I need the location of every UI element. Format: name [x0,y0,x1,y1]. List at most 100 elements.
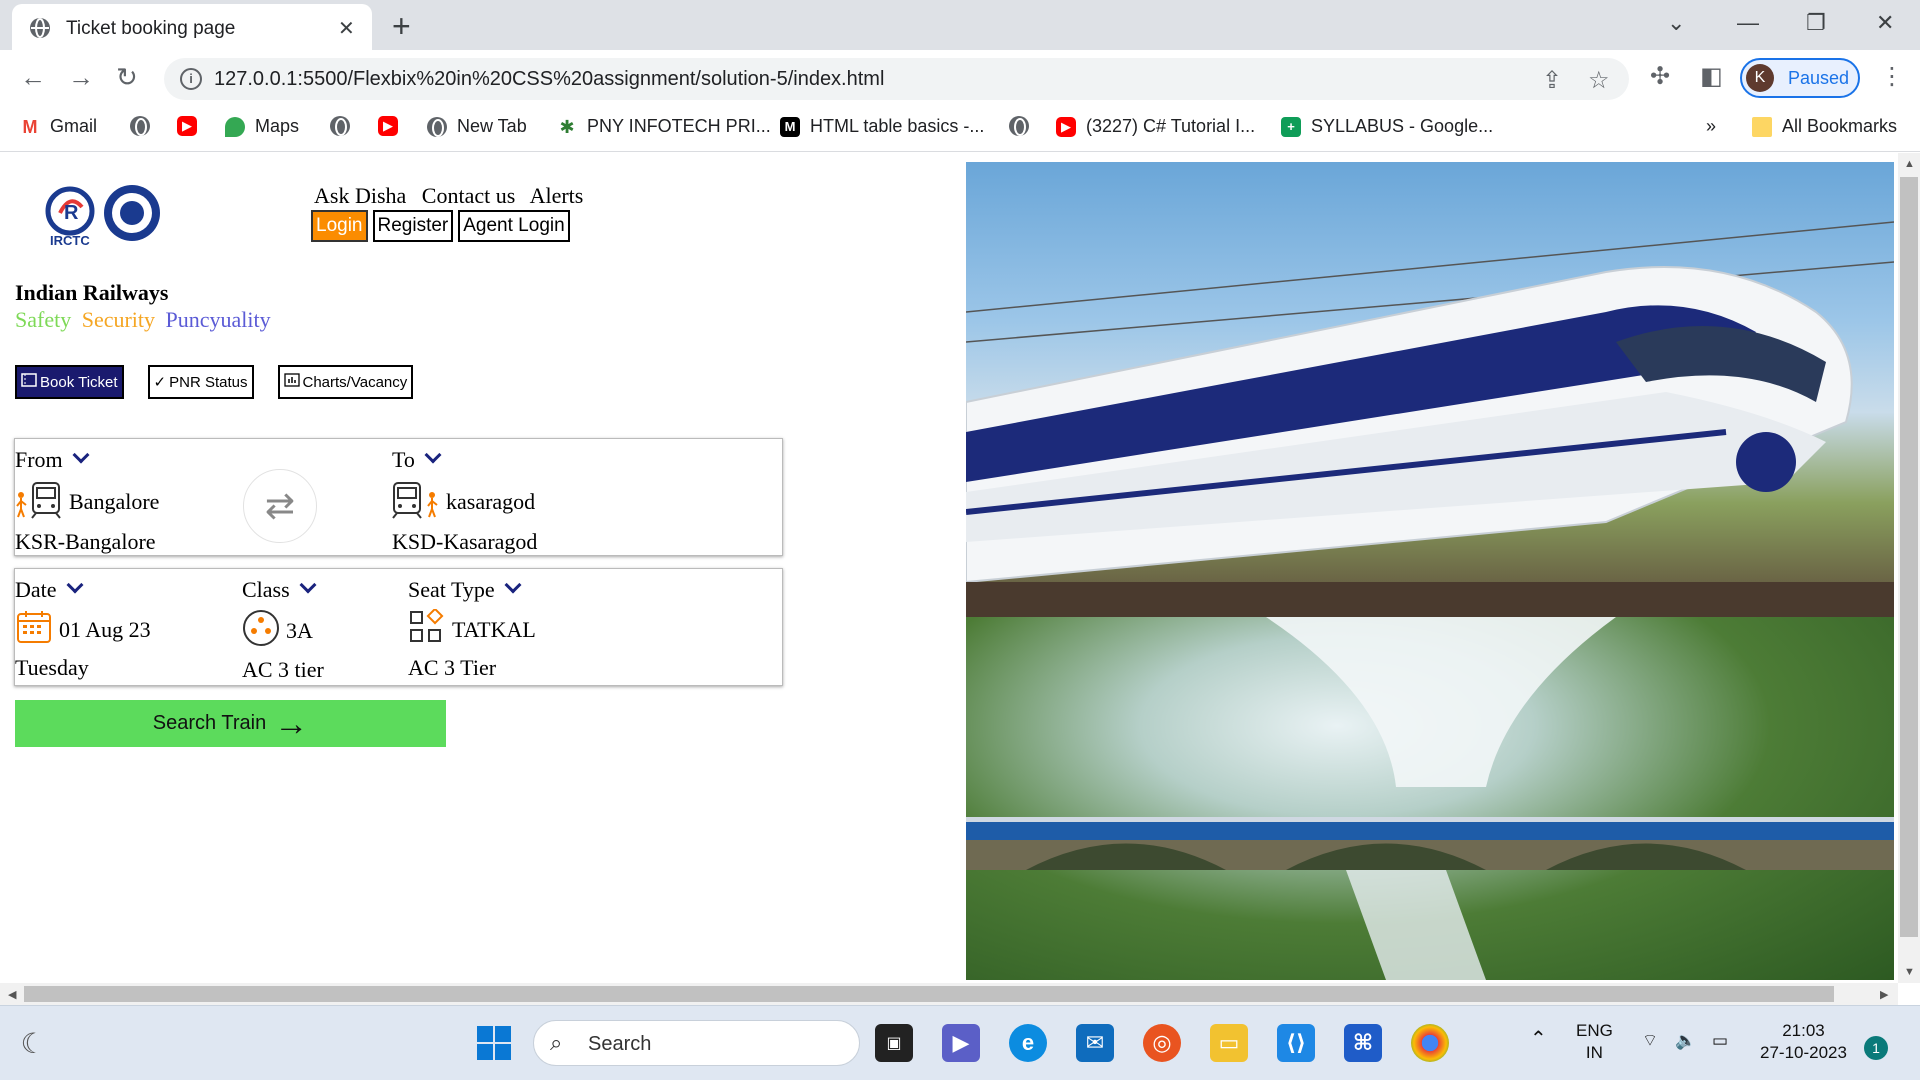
tab-charts-vacancy[interactable]: Charts/Vacancy [277,365,414,399]
close-tab-icon[interactable]: ✕ [338,16,355,41]
chrome-menu-icon[interactable]: ⋮ [1880,62,1904,91]
profile-status: Paused [1788,68,1850,88]
remote-app-icon[interactable]: ⌘ [1344,1024,1382,1062]
scroll-left-icon[interactable]: ◀ [8,988,16,1001]
bookmark-globe-3[interactable] [1009,116,1029,136]
reload-icon[interactable]: ↻ [116,62,138,93]
back-icon[interactable]: ← [20,62,46,93]
bookmark-star-icon[interactable]: ☆ [1588,66,1610,95]
taskbar-search[interactable]: ⌕ Search [533,1020,860,1066]
station-card: From Bangalore KSR-Bangalore ⇄ To kasara… [14,438,783,556]
volume-icon[interactable]: 🔈 [1675,1030,1696,1052]
scroll-up-icon[interactable]: ▲ [1904,158,1915,170]
site-info-icon[interactable]: i [180,68,202,90]
task-view-icon[interactable]: ▣ [875,1024,913,1062]
forward-icon[interactable]: → [68,62,94,93]
restore-button[interactable]: ❐ [1806,10,1826,36]
chevron-down-icon[interactable] [66,576,84,594]
minimize-button[interactable]: — [1737,10,1759,36]
battery-icon[interactable]: ▭ [1712,1030,1728,1052]
bookmark-gmail[interactable]: M Gmail [20,116,97,137]
bookmark-maps[interactable]: Maps [225,116,299,137]
nav-contact-us[interactable]: Contact us [422,183,516,208]
side-panel-icon[interactable]: ◧ [1700,62,1723,91]
browser-tab[interactable]: Ticket booking page ✕ [12,4,372,50]
tagline-security: Security [81,307,156,332]
booking-mode-tabs: Book Ticket ✓ PNR Status Charts/Vacancy [15,365,414,399]
language-indicator[interactable]: ENG IN [1576,1020,1613,1064]
arrow-right-icon: → [274,704,309,743]
folder-icon [1752,116,1772,137]
class-field[interactable]: Class 3A AC 3 tier [242,576,324,683]
to-station: kasaragod [446,489,536,514]
bookmark-new-tab[interactable]: New Tab [427,116,527,137]
register-button[interactable]: Register [372,210,454,242]
tab-search-chevron-icon[interactable]: ⌄ [1667,10,1685,36]
date-field[interactable]: Date 01 Aug 23 Tuesday [15,576,151,681]
teams-icon[interactable]: ▶ [942,1024,980,1062]
taskbar: ☾ ⌕ Search ▣ ▶ e ✉ ◎ ▭ ⟨⟩ ⌘ ⌃ ENG IN ⌔ 🔈… [0,1005,1920,1080]
bookmark-youtube-2[interactable]: ▶ [378,116,398,136]
agent-login-button[interactable]: Agent Login [458,210,570,242]
clock[interactable]: 21:03 27-10-2023 [1760,1020,1847,1064]
browser-toolbar: ← → ↻ i 127.0.0.1:5500/Flexbix%20in%20CS… [0,50,1920,106]
gmail-icon: M [20,116,40,137]
ubuntu-icon[interactable]: ◎ [1143,1024,1181,1062]
mail-icon[interactable]: ✉ [1076,1024,1114,1062]
vscode-icon[interactable]: ⟨⟩ [1277,1024,1315,1062]
tab-pnr-status[interactable]: ✓ PNR Status [147,365,254,399]
bookmark-globe-2[interactable] [330,116,350,136]
horizontal-scroll-thumb[interactable] [24,986,1834,1002]
tab-title: Ticket booking page [66,18,236,39]
tagline-safety: Safety [15,307,72,332]
sheets-icon: + [1281,116,1301,137]
chart-icon [283,373,300,391]
globe-icon [330,116,350,136]
tab-book-ticket[interactable]: Book Ticket [15,365,124,399]
show-hidden-icons[interactable]: ⌃ [1530,1028,1547,1050]
seat-type-field[interactable]: Seat Type TATKAL AC 3 Tier [408,576,536,681]
class-name: AC 3 tier [242,657,324,682]
edge-icon[interactable]: e [1009,1024,1047,1062]
swap-stations-button[interactable]: ⇄ [243,469,317,543]
search-icon: ⌕ [550,1030,563,1055]
profile-button[interactable]: K Paused [1740,58,1860,98]
search-train-button[interactable]: Search Train → [15,700,446,747]
chevron-down-icon[interactable] [424,446,442,464]
start-button[interactable] [475,1024,513,1062]
ticket-icon [21,373,37,391]
file-explorer-icon[interactable]: ▭ [1210,1024,1248,1062]
vertical-scroll-thumb[interactable] [1900,177,1918,937]
share-icon[interactable]: ⇪ [1542,66,1562,95]
maps-icon [225,116,245,137]
bookmark-globe[interactable] [130,116,150,136]
new-tab-button[interactable]: + [392,8,411,45]
extensions-icon[interactable]: ✣ [1650,62,1670,91]
bookmark-csharp-tutorial[interactable]: ▶ (3227) C# Tutorial I... [1056,116,1255,137]
bookmark-html-table[interactable]: M HTML table basics -... [780,116,984,137]
all-bookmarks[interactable]: All Bookmarks [1752,116,1897,137]
bookmark-youtube[interactable]: ▶ [177,116,197,136]
address-bar[interactable]: i 127.0.0.1:5500/Flexbix%20in%20CSS%20as… [164,58,1629,100]
weather-icon[interactable]: ☾ [14,1024,52,1062]
from-field[interactable]: From Bangalore KSR-Bangalore [15,446,159,555]
scroll-down-icon[interactable]: ▼ [1904,966,1915,978]
journey-details-card: Date 01 Aug 23 Tuesday Class 3A AC 3 tie… [14,568,783,686]
notification-badge[interactable]: 1 [1864,1036,1888,1060]
chrome-icon[interactable] [1411,1024,1449,1062]
login-button[interactable]: Login [311,210,368,242]
bookmark-syllabus[interactable]: + SYLLABUS - Google... [1281,116,1493,137]
wifi-icon[interactable]: ⌔ [1642,1030,1658,1052]
close-window-button[interactable]: ✕ [1876,10,1894,36]
chevron-down-icon[interactable] [299,576,317,594]
scroll-right-icon[interactable]: ▶ [1880,988,1888,1001]
auth-buttons: Login Register Agent Login [311,210,570,242]
svg-text:R: R [64,202,79,224]
chevron-down-icon[interactable] [72,446,90,464]
bookmark-pny-infotech[interactable]: ✱ PNY INFOTECH PRI... [557,116,771,137]
nav-ask-disha[interactable]: Ask Disha [314,183,406,208]
chevron-down-icon[interactable] [504,576,522,594]
to-field[interactable]: To kasaragod KSD-Kasaragod [392,446,537,555]
nav-alerts[interactable]: Alerts [530,183,584,208]
bookmarks-overflow[interactable]: » [1706,116,1716,137]
